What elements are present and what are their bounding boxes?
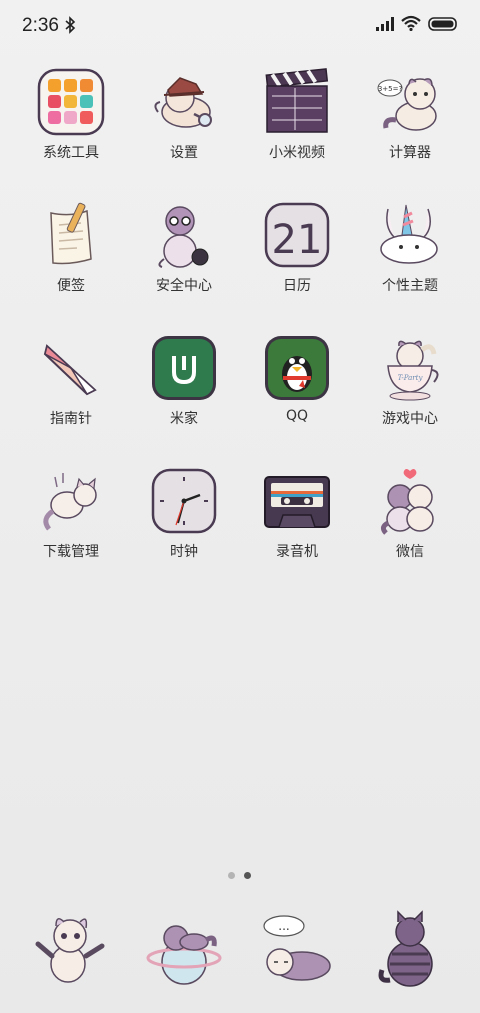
app-wechat[interactable]: 微信 (355, 467, 465, 587)
dock-bubble-text: ... (278, 919, 289, 933)
falling-cat-icon (43, 473, 97, 531)
page-dot[interactable] (228, 872, 235, 879)
teacup-cat-icon: T-Party (387, 340, 439, 401)
dock-item[interactable] (30, 910, 110, 990)
sleeping-cat-icon: ... (263, 915, 331, 981)
security-cat-icon (158, 206, 209, 268)
app-themes[interactable]: 个性主题 (355, 201, 465, 321)
calendar-icon: 21 (264, 202, 330, 268)
clapperboard-icon (265, 68, 329, 133)
app-label: 安全中心 (156, 278, 212, 294)
app-label: 小米视频 (269, 145, 325, 161)
app-game-center[interactable]: T-Party 游戏中心 (355, 334, 465, 454)
notepad-pencil-icon (50, 202, 92, 265)
app-settings[interactable]: 设置 (129, 68, 239, 188)
dock-item[interactable] (370, 910, 450, 990)
dock-item[interactable] (144, 910, 224, 990)
planet-cat-icon (146, 925, 222, 985)
app-system-tools[interactable]: 系统工具 (16, 68, 126, 188)
app-label: QQ (285, 408, 309, 424)
wifi-icon (401, 15, 421, 31)
page-indicator[interactable] (226, 872, 256, 882)
app-label: 计算器 (389, 145, 431, 161)
bluetooth-icon (65, 16, 76, 34)
page-dot-active[interactable] (244, 872, 251, 879)
app-label: 日历 (283, 278, 311, 294)
app-security[interactable]: 安全中心 (129, 201, 239, 321)
status-bar: 2:36 (0, 0, 480, 52)
app-mi-video[interactable]: 小米视频 (242, 68, 352, 188)
cellular-signal-icon (376, 17, 394, 31)
app-notes[interactable]: 便签 (16, 201, 126, 321)
app-label: 便签 (57, 278, 85, 294)
app-downloads[interactable]: 下载管理 (16, 467, 126, 587)
app-label: 微信 (396, 544, 424, 560)
teacup-text: T-Party (398, 374, 424, 382)
app-clock[interactable]: 时钟 (129, 467, 239, 587)
waving-cat-icon (35, 918, 105, 983)
app-label: 指南针 (50, 411, 92, 427)
compass-needle-icon (43, 344, 97, 396)
cat-back-icon (378, 910, 433, 987)
app-calculator[interactable]: 3+5=? 计算器 (355, 68, 465, 188)
calculator-cat-icon: 3+5=? (377, 78, 437, 131)
app-label: 时钟 (170, 544, 198, 560)
app-compass[interactable]: 指南针 (16, 334, 126, 454)
dock-item[interactable]: ... (256, 910, 336, 990)
app-label: 游戏中心 (382, 411, 438, 427)
calc-bubble-text: 3+5=? (378, 85, 403, 93)
clock-icon (151, 468, 217, 534)
app-label: 录音机 (276, 544, 318, 560)
app-recorder[interactable]: 录音机 (242, 467, 352, 587)
unicorn-bunny-icon (380, 204, 438, 264)
app-label: 个性主题 (382, 278, 438, 294)
cassette-tape-icon (264, 476, 330, 528)
app-label: 系统工具 (43, 145, 99, 161)
app-qq[interactable]: QQ (242, 334, 352, 454)
app-label: 设置 (170, 145, 198, 161)
app-calendar[interactable]: 21 日历 (242, 201, 352, 321)
battery-icon (428, 17, 457, 31)
system-tools-folder-icon (37, 68, 105, 136)
qq-penguin-icon (265, 336, 329, 400)
mijia-icon (152, 336, 216, 400)
app-label: 下载管理 (43, 544, 99, 560)
app-label: 米家 (170, 411, 198, 427)
detective-cat-icon (154, 77, 212, 128)
calendar-date: 21 (272, 217, 323, 263)
app-mijia[interactable]: 米家 (129, 334, 239, 454)
hugging-cats-icon (380, 469, 434, 535)
status-time: 2:36 (22, 15, 59, 36)
